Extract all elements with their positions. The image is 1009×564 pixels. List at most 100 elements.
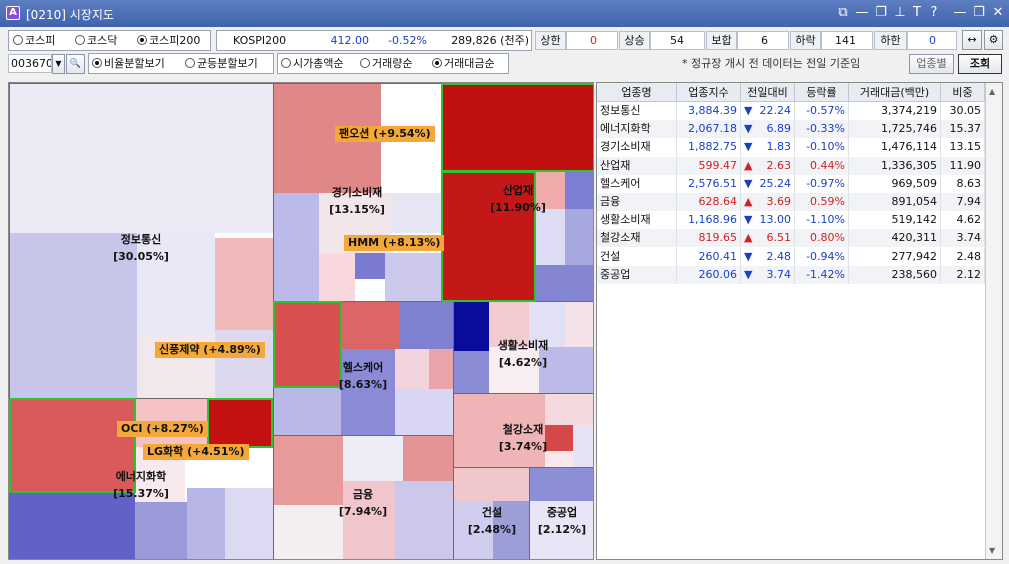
radio-kosdaq[interactable]: 코스닥 — [75, 34, 117, 48]
index-value: 412.00 — [330, 34, 370, 47]
cell-weight: 2.12 — [941, 265, 985, 284]
sector-name: 산업재 — [502, 184, 534, 197]
change-value: 6.51 — [766, 231, 792, 245]
change-value: 1.83 — [766, 140, 792, 154]
cell-amount: 1,476,114 — [849, 138, 941, 157]
radio-ratio-split[interactable]: 비율분할보기 — [92, 57, 165, 71]
table-row[interactable]: 헬스케어 2,576.51 ▼ 25.24 -0.97% 969,509 8.63 — [597, 174, 985, 193]
radio-market-cap[interactable]: 시가총액순 — [281, 57, 344, 71]
minimize-button[interactable]: — — [951, 4, 969, 22]
link-icon[interactable]: ⧉ — [834, 4, 852, 22]
radio-kospi[interactable]: 코스피 — [13, 34, 55, 48]
cell-change: ▼ 13.00 — [741, 211, 795, 230]
split-radio-group: 비율분할보기 균등분할보기 — [88, 53, 274, 74]
change-value: 13.00 — [759, 213, 792, 227]
table-row[interactable]: 정보통신 3,884.39 ▼ 22.24 -0.57% 3,374,219 30.05 — [597, 102, 985, 120]
callout-hmm[interactable]: HMM (+8.13%) — [344, 235, 445, 251]
arrows-icon[interactable]: ↔ — [962, 30, 982, 50]
industry-button[interactable]: 업종별 — [909, 54, 954, 74]
cell-amount: 969,509 — [849, 174, 941, 193]
table-row[interactable]: 건설 260.41 ▼ 2.48 -0.94% 277,942 2.48 — [597, 247, 985, 266]
radio-dot — [13, 35, 23, 45]
fall-label: 하락 — [790, 31, 821, 50]
table-row[interactable]: 에너지화학 2,067.18 ▼ 6.89 -0.33% 1,725,746 15.37 — [597, 120, 985, 139]
callout-oci[interactable]: OCI (+8.27%) — [117, 421, 208, 437]
scroll-up-icon[interactable]: ▲ — [989, 87, 995, 96]
radio-label: 코스피 — [25, 34, 56, 47]
table-row[interactable]: 경기소비재 1,882.75 ▼ 1.83 -0.10% 1,476,114 13.15 — [597, 138, 985, 157]
cell-weight: 4.62 — [941, 211, 985, 230]
app-icon: A — [6, 6, 20, 20]
cell-weight: 8.63 — [941, 174, 985, 193]
callout-shinpoong[interactable]: 신풍제약 (+4.89%) — [155, 342, 265, 358]
table-row[interactable]: 금융 628.64 ▲ 3.69 0.59% 891,054 7.94 — [597, 193, 985, 211]
cell-name: 정보통신 — [597, 102, 677, 120]
cell-index: 819.65 — [677, 229, 741, 248]
vertical-scrollbar[interactable]: ▲ ▼ — [985, 83, 1002, 559]
sector-name: 금융 — [352, 488, 374, 501]
radio-volume[interactable]: 거래량순 — [360, 57, 412, 71]
cell-index: 2,067.18 — [677, 120, 741, 139]
col-header-change[interactable]: 전일대비 — [741, 83, 795, 102]
radio-dot — [432, 58, 442, 68]
cell-weight: 13.15 — [941, 138, 985, 157]
search-icon[interactable]: 🔍 — [66, 54, 85, 74]
sector-pct: [7.94%] — [338, 505, 388, 518]
close-button[interactable]: ✕ — [989, 4, 1007, 22]
table-row[interactable]: 생활소비재 1,168.96 ▼ 13.00 -1.10% 519,142 4.62 — [597, 211, 985, 230]
sector-name: 철강소재 — [502, 423, 544, 436]
sector-label-industrials: 산업재 [11.90%] — [476, 182, 560, 216]
cell-rate: -0.97% — [795, 174, 849, 193]
cell-name: 건설 — [597, 247, 677, 266]
cell-name: 산업재 — [597, 156, 677, 175]
col-header-rate[interactable]: 등락률 — [795, 83, 849, 102]
cell-index: 1,168.96 — [677, 211, 741, 230]
query-button[interactable]: 조회 — [958, 54, 1002, 74]
font-icon[interactable]: T — [908, 4, 926, 22]
cell-amount: 238,560 — [849, 265, 941, 284]
cell-amount: 891,054 — [849, 193, 941, 211]
radio-label: 비율분할보기 — [104, 57, 165, 70]
sector-label-healthcare: 헬스케어 [8.63%] — [321, 359, 405, 393]
radio-dot — [92, 58, 102, 68]
col-header-weight[interactable]: 비중 — [941, 83, 985, 102]
restore-icon[interactable]: ❐ — [872, 4, 890, 22]
gear-icon[interactable]: ⚙ — [984, 30, 1003, 50]
change-value: 22.24 — [759, 104, 792, 117]
col-header-amount[interactable]: 거래대금(백만) — [849, 83, 941, 102]
radio-equal-split[interactable]: 균등분할보기 — [185, 57, 258, 71]
lower-limit-count: 0 — [907, 31, 957, 50]
table-row[interactable]: 산업재 599.47 ▲ 2.63 0.44% 1,336,305 11.90 — [597, 156, 985, 175]
down-arrow-icon: ▼ — [744, 176, 753, 190]
maximize-button[interactable]: ❐ — [970, 4, 988, 22]
sector-name: 건설 — [481, 506, 503, 519]
sector-name: 헬스케어 — [342, 361, 384, 374]
callout-panocean[interactable]: 팬오션 (+9.54%) — [335, 126, 435, 142]
cell-change: ▲ 2.63 — [741, 156, 795, 175]
radio-trade-amount[interactable]: 거래대금순 — [432, 57, 495, 71]
scroll-down-icon[interactable]: ▼ — [989, 546, 995, 555]
sector-label-consumer-staples: 생활소비재 [4.62%] — [481, 337, 565, 371]
change-value: 3.74 — [766, 267, 792, 281]
pin-icon[interactable]: ⊥ — [891, 4, 909, 22]
radio-label: 거래량순 — [372, 57, 413, 70]
fall-count: 141 — [821, 31, 873, 50]
table-row[interactable]: 철강소재 819.65 ▲ 6.51 0.80% 420,311 3.74 — [597, 229, 985, 248]
help-icon[interactable]: ? — [925, 4, 943, 22]
market-radio-group: 코스피 코스닥 코스피200 — [8, 30, 211, 51]
callout-lgchem[interactable]: LG화학 (+4.51%) — [143, 444, 249, 460]
radio-kospi200[interactable]: 코스피200 — [137, 34, 200, 48]
cell-change: ▼ 2.48 — [741, 247, 795, 266]
stock-code-input[interactable]: 003670 — [8, 54, 52, 73]
dropdown-icon[interactable]: ▼ — [52, 54, 65, 74]
col-header-index[interactable]: 업종지수 — [677, 83, 741, 102]
sector-label-it: 정보통신 [30.05%] — [99, 231, 183, 265]
minimize-panel-icon[interactable]: — — [853, 4, 871, 22]
title-bar: A [0210] 시장지도 ⧉ — ❐ ⊥ T ? — ❐ ✕ — [0, 0, 1009, 27]
table-row[interactable]: 중공업 260.06 ▼ 3.74 -1.42% 238,560 2.12 — [597, 265, 985, 284]
cell-rate: -0.33% — [795, 120, 849, 139]
cell-index: 1,882.75 — [677, 138, 741, 157]
sector-name: 중공업 — [546, 506, 578, 519]
radio-dot — [360, 58, 370, 68]
col-header-name[interactable]: 업종명 — [597, 83, 677, 102]
